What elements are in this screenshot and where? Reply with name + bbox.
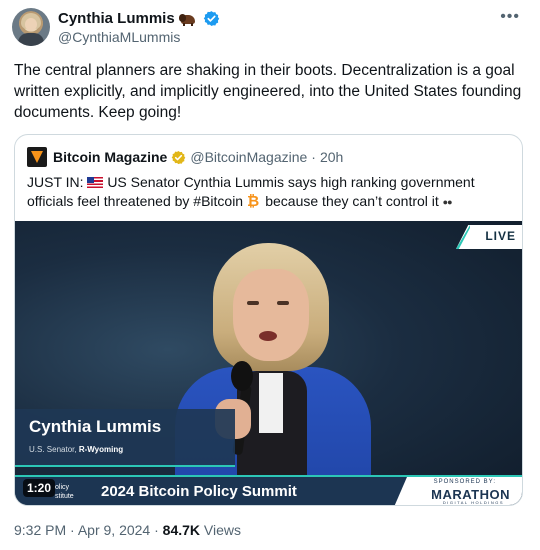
avatar-body xyxy=(18,33,44,46)
bitcoin-icon: ₿ xyxy=(247,193,260,210)
quoted-tweet[interactable]: Bitcoin Magazine @BitcoinMagazine · 20h … xyxy=(14,134,523,506)
quoted-header: Bitcoin Magazine @BitcoinMagazine · 20h xyxy=(53,149,343,165)
eyes-icon: ●● xyxy=(442,197,453,207)
tweet-meta: 9:32 PM · Apr 9, 2024 · 84.7K Views xyxy=(14,522,242,538)
author-handle[interactable]: @CynthiaMLummis xyxy=(58,29,180,45)
avatar-face xyxy=(25,18,37,31)
quoted-author-name[interactable]: Bitcoin Magazine xyxy=(53,149,167,165)
views-count: 84.7K xyxy=(162,522,201,538)
lower-third-name: Cynthia Lummis xyxy=(29,417,162,436)
author-name-row[interactable]: Cynthia Lummis xyxy=(58,10,220,27)
more-options-icon[interactable]: ••• xyxy=(500,8,520,26)
microphone-icon xyxy=(231,361,253,391)
quoted-text-suffix: because they can’t control it xyxy=(265,193,439,209)
quoted-separator: · xyxy=(311,149,316,165)
institute-text: olicy stitute xyxy=(55,484,74,500)
gold-verified-badge-icon xyxy=(172,150,186,164)
quoted-handle: @BitcoinMagazine xyxy=(190,149,308,165)
us-flag-icon xyxy=(87,177,104,188)
author-name[interactable]: Cynthia Lummis xyxy=(58,10,175,27)
verified-badge-icon xyxy=(203,11,219,26)
post-text: The central planners are shaking in thei… xyxy=(14,62,522,121)
post-date[interactable]: Apr 9, 2024 xyxy=(78,522,150,538)
summit-banner: olicy stitute 2024 Bitcoin Policy Summit… xyxy=(15,475,522,505)
sponsor-label: SPONSORED BY: xyxy=(433,479,496,485)
post-time[interactable]: 9:32 PM xyxy=(14,522,66,538)
sponsor-box: SPONSORED BY: MARATHON DIGITAL HOLDINGS xyxy=(394,477,522,505)
quoted-text-prefix: JUST IN: xyxy=(27,174,84,190)
marathon-subtitle: DIGITAL HOLDINGS xyxy=(442,500,504,505)
bison-icon xyxy=(178,12,199,26)
views-label: Views xyxy=(203,522,242,538)
video-duration: 1:20 xyxy=(23,479,56,497)
quoted-text: JUST IN: US Senator Cynthia Lummis says … xyxy=(27,173,507,212)
summit-title: 2024 Bitcoin Policy Summit xyxy=(101,483,297,500)
video-player[interactable]: LIVE Cynthia Lummis U.S. Senator, R-Wyom… xyxy=(15,221,522,505)
lower-third-graphic: Cynthia Lummis U.S. Senator, R-Wyoming xyxy=(15,409,235,467)
author-avatar[interactable] xyxy=(12,8,50,46)
quoted-time[interactable]: 20h xyxy=(320,149,343,165)
live-label: LIVE xyxy=(485,229,516,243)
tweet[interactable]: Cynthia Lummis @CynthiaMLummis ••• The c… xyxy=(0,0,540,550)
lower-third-title: U.S. Senator, R-Wyoming xyxy=(29,445,124,454)
bitcoin-magazine-logo[interactable] xyxy=(27,147,47,167)
